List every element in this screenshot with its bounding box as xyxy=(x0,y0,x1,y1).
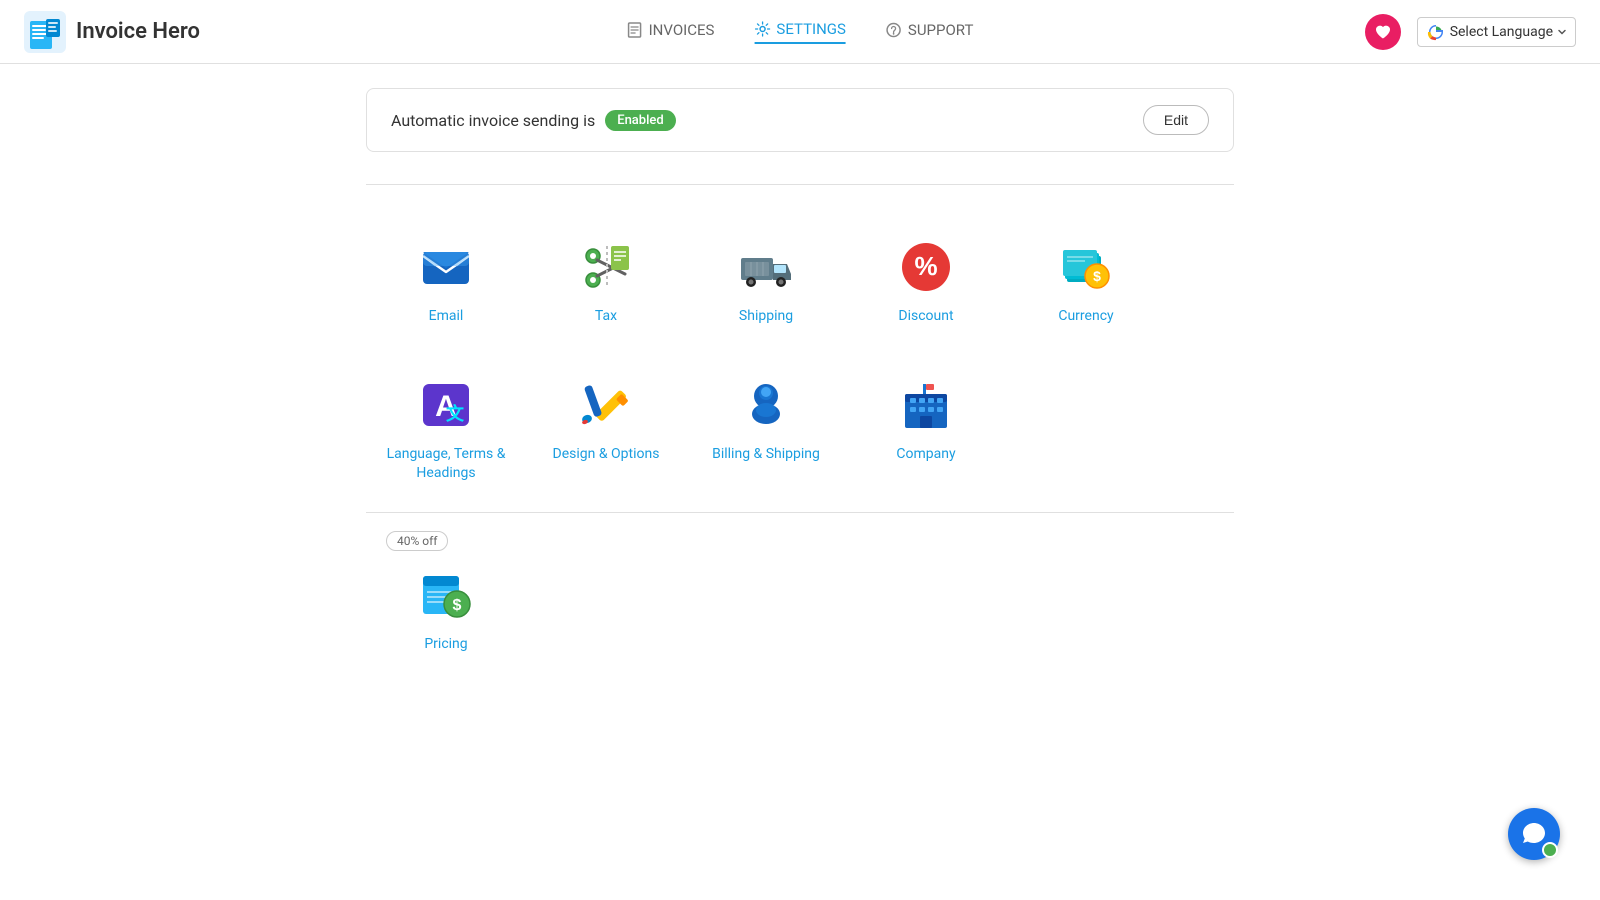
nav-support-label: SUPPORT xyxy=(908,21,974,39)
settings-item-currency[interactable]: $ Currency xyxy=(1006,217,1166,347)
logo-icon xyxy=(24,11,66,53)
currency-label: Currency xyxy=(1058,307,1113,327)
section-divider-2 xyxy=(366,512,1234,513)
chevron-down-icon xyxy=(1557,27,1567,37)
pricing-icon: $ xyxy=(416,565,476,625)
header-right: Select Language xyxy=(1365,14,1576,50)
edit-button[interactable]: Edit xyxy=(1143,105,1209,135)
tax-label: Tax xyxy=(595,307,617,327)
email-icon xyxy=(416,237,476,297)
section-divider-1 xyxy=(366,184,1234,185)
shipping-label: Shipping xyxy=(739,307,793,327)
design-icon xyxy=(576,375,636,435)
settings-item-tax[interactable]: Tax xyxy=(526,217,686,347)
nav-settings-label: SETTINGS xyxy=(776,20,846,38)
tax-icon xyxy=(576,237,636,297)
svg-text:$: $ xyxy=(1093,268,1101,284)
logo-area[interactable]: Invoice Hero xyxy=(24,11,200,53)
status-message: Automatic invoice sending is xyxy=(391,111,595,130)
pricing-label: Pricing xyxy=(424,635,467,655)
main-nav: INVOICES SETTINGS SUPPORT xyxy=(627,20,974,44)
support-icon xyxy=(886,22,902,38)
settings-item-language[interactable]: A 文 Language, Terms & Headings xyxy=(366,355,526,504)
google-logo-icon xyxy=(1426,22,1446,42)
discount-icon: % xyxy=(896,237,956,297)
settings-item-billing[interactable]: Billing & Shipping xyxy=(686,355,846,504)
settings-row-2: A 文 Language, Terms & Headings xyxy=(366,355,1234,504)
settings-item-pricing[interactable]: 40% off $ Pricing xyxy=(366,545,526,675)
pricing-section: 40% off $ Pricing xyxy=(366,545,1234,675)
language-icon: A 文 xyxy=(416,375,476,435)
pricing-badge: 40% off xyxy=(386,531,448,551)
language-label: Select Language xyxy=(1450,24,1553,40)
chat-icon xyxy=(1521,821,1547,847)
svg-text:文: 文 xyxy=(446,403,465,424)
nav-invoices-label: INVOICES xyxy=(649,21,715,39)
nav-settings[interactable]: SETTINGS xyxy=(754,20,846,44)
settings-item-discount[interactable]: % Discount xyxy=(846,217,1006,347)
design-label: Design & Options xyxy=(553,445,660,465)
app-header: Invoice Hero INVOICES SETTINGS xyxy=(0,0,1600,64)
settings-icon xyxy=(754,21,770,37)
app-title: Invoice Hero xyxy=(76,19,200,44)
status-text: Automatic invoice sending is Enabled xyxy=(391,110,676,131)
main-content: Automatic invoice sending is Enabled Edi… xyxy=(350,64,1250,698)
billing-label: Billing & Shipping xyxy=(712,445,820,465)
currency-icon: $ xyxy=(1056,237,1116,297)
company-icon xyxy=(896,375,956,435)
svg-text:$: $ xyxy=(453,597,462,614)
discount-label: Discount xyxy=(898,307,953,327)
heart-icon xyxy=(1374,23,1392,41)
language-label: Language, Terms & Headings xyxy=(376,445,516,484)
billing-icon xyxy=(736,375,796,435)
heart-button[interactable] xyxy=(1365,14,1401,50)
settings-item-design[interactable]: Design & Options xyxy=(526,355,686,504)
company-label: Company xyxy=(896,445,955,465)
settings-row-1: Email xyxy=(366,217,1234,347)
language-selector[interactable]: Select Language xyxy=(1417,17,1576,47)
shipping-icon xyxy=(736,237,796,297)
settings-item-shipping[interactable]: Shipping xyxy=(686,217,846,347)
status-bar: Automatic invoice sending is Enabled Edi… xyxy=(366,88,1234,152)
chat-bubble[interactable] xyxy=(1508,808,1560,860)
settings-item-company[interactable]: Company xyxy=(846,355,1006,504)
svg-text:%: % xyxy=(914,251,937,281)
settings-item-email[interactable]: Email xyxy=(366,217,526,347)
nav-invoices[interactable]: INVOICES xyxy=(627,21,715,43)
email-label: Email xyxy=(429,307,464,327)
nav-support[interactable]: SUPPORT xyxy=(886,21,974,43)
invoices-icon xyxy=(627,22,643,38)
enabled-badge: Enabled xyxy=(605,110,676,131)
